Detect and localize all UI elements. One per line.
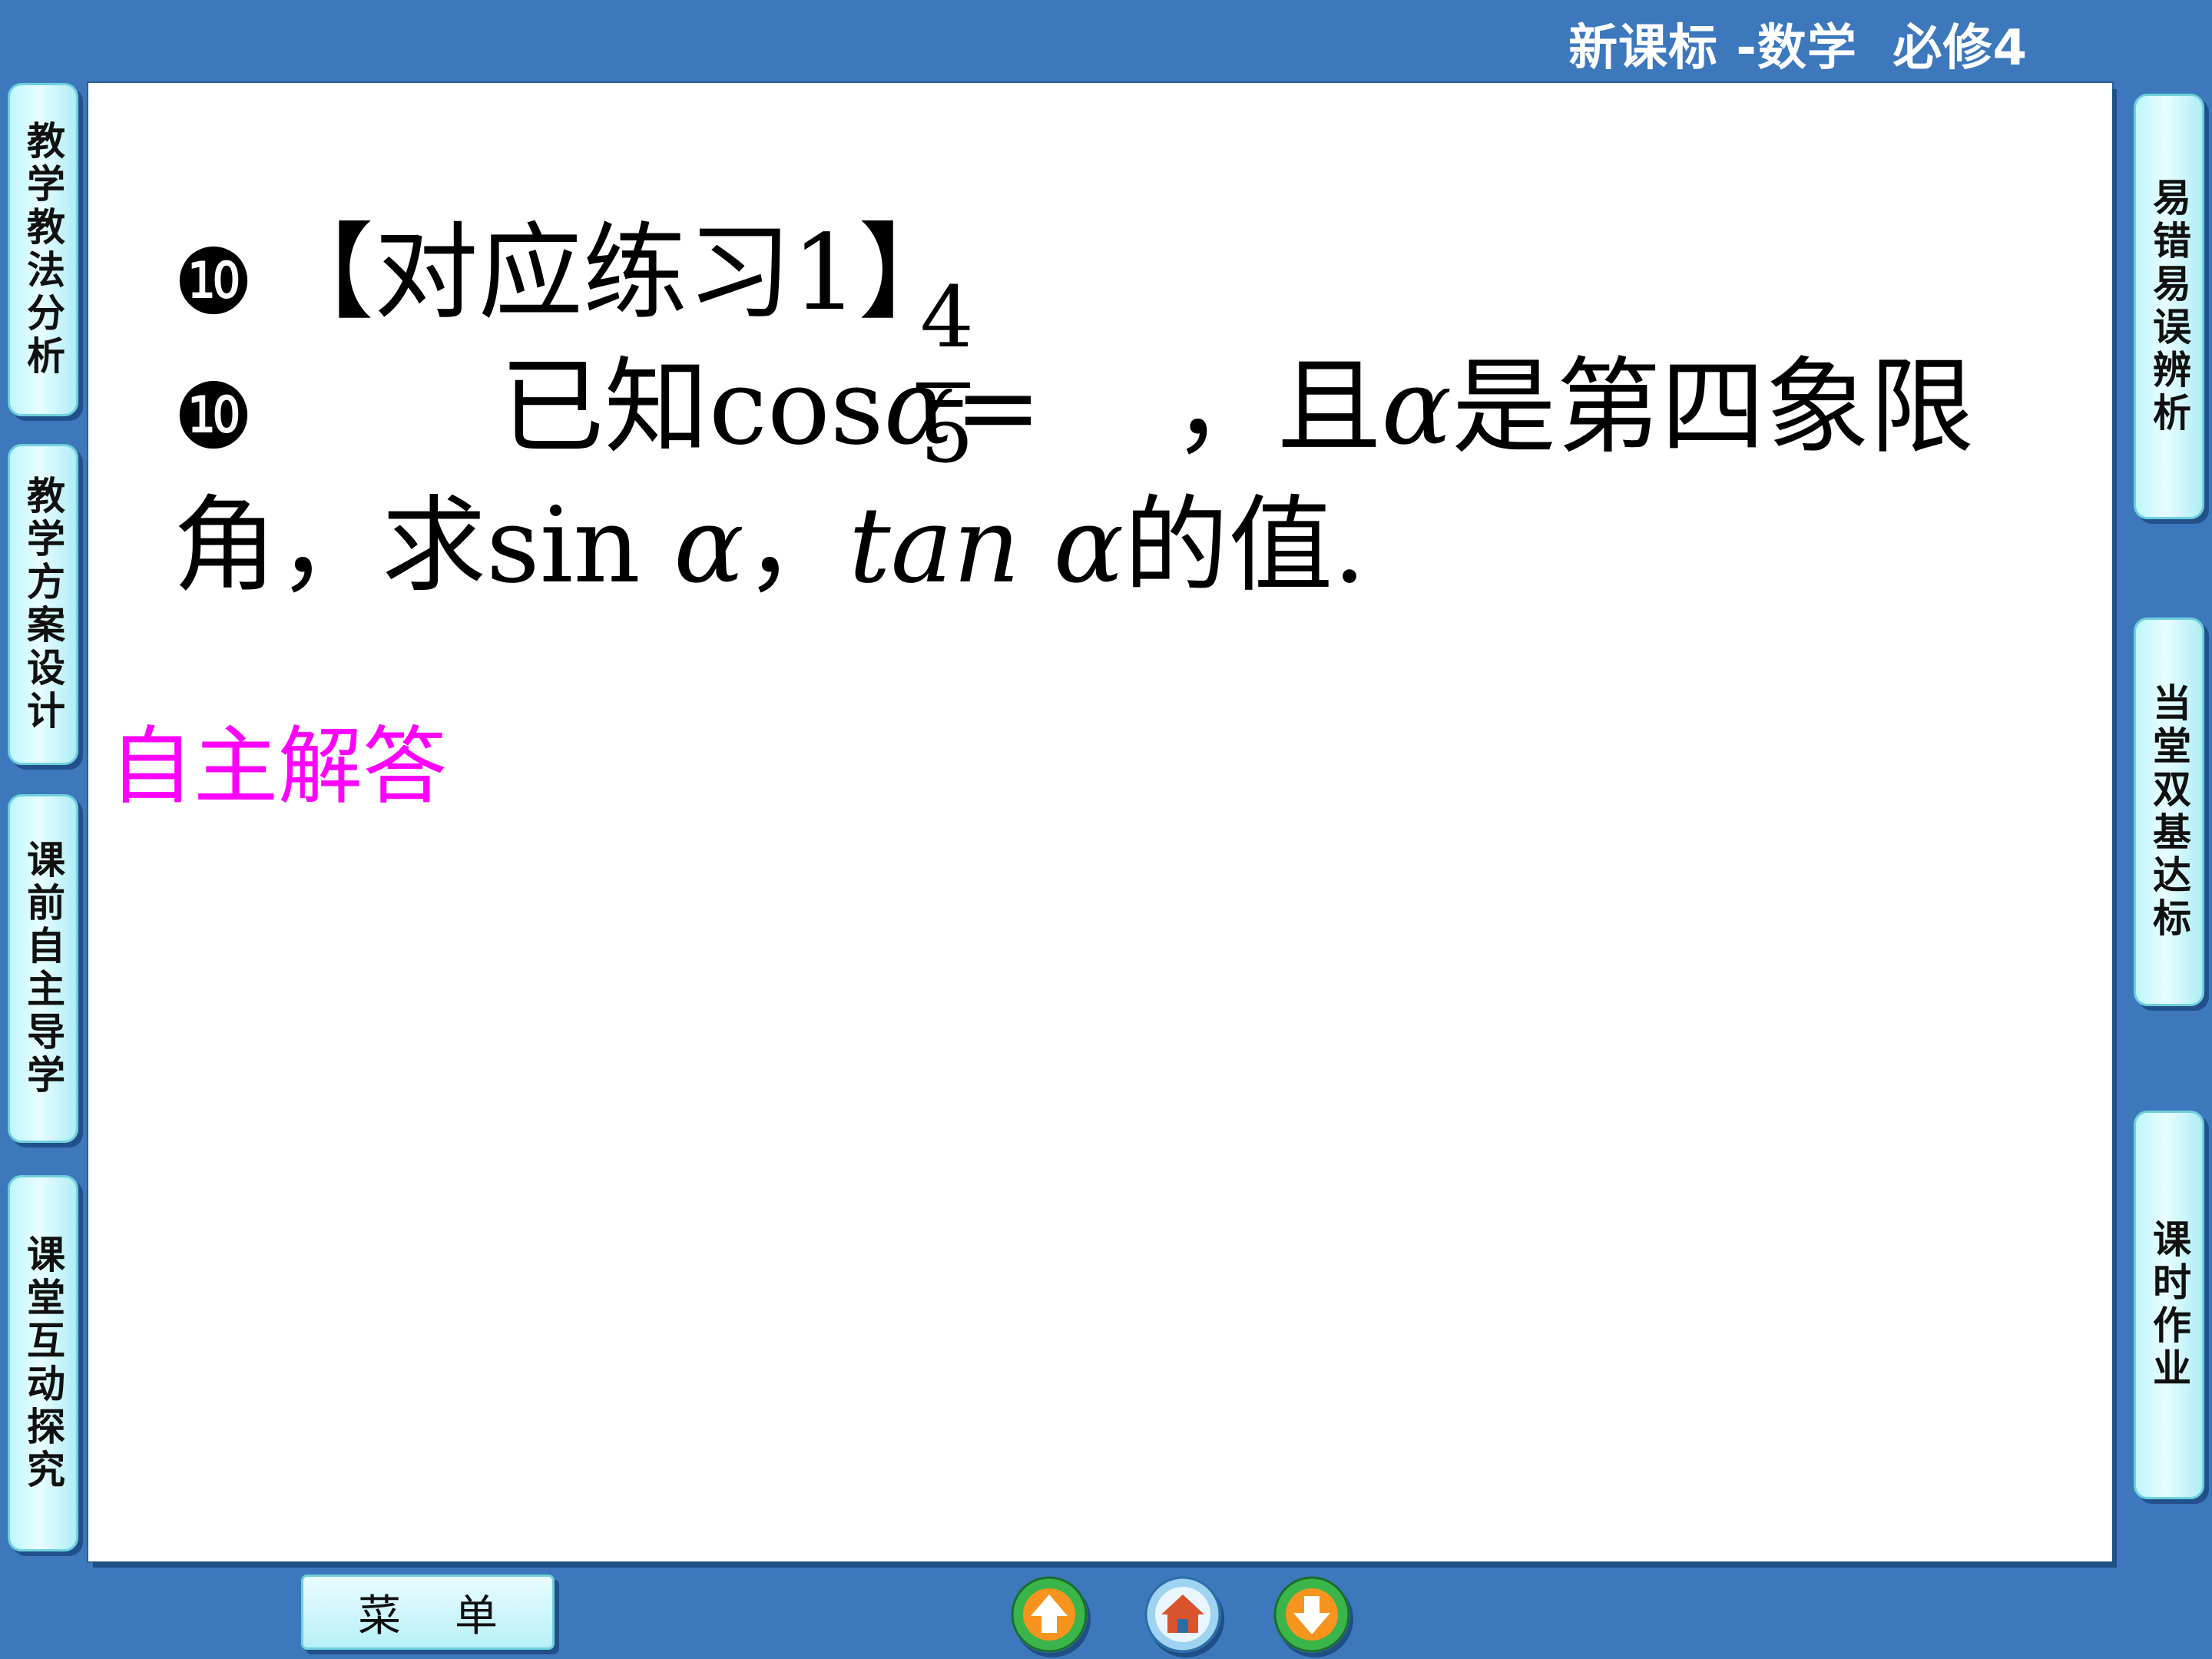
heading-text: 【对应练习1】 (269, 213, 963, 334)
exercise-heading: ❿ 【对应练习1】 (173, 221, 962, 327)
nav-tab-label: 课堂互动探究 (21, 1234, 65, 1492)
question-text-d: 角，求sin (173, 485, 674, 607)
content-panel: ❿ 【对应练习1】 ❿ 已知cosα= ，且α是第四象限 4 5 角，求sin α，t… (88, 83, 2112, 1561)
numbered-bullet-icon: ❿ (173, 228, 254, 335)
nav-tab-teaching-plan[interactable]: 教学方案设计 (8, 444, 78, 765)
fraction-numerator: 4 (920, 268, 974, 366)
alpha-symbol: α (1381, 347, 1452, 469)
nav-tab-label: 教学方案设计 (21, 475, 65, 733)
alpha-symbol: α (1053, 485, 1124, 607)
header-title: 新课标 -数学 必修4 (1568, 20, 2028, 77)
nav-tab-error-analysis[interactable]: 易错易误辨析 (2134, 94, 2204, 519)
up-arrow-icon (1011, 1576, 1088, 1653)
nav-tab-teaching-analysis[interactable]: 教学教法分析 (8, 83, 78, 416)
question-text-f: 的值. (1124, 485, 1366, 607)
self-answer-label[interactable]: 自主解答 (109, 697, 447, 820)
nav-tab-preclass-study[interactable]: 课前自主导学 (8, 794, 78, 1143)
prev-button[interactable] (1011, 1576, 1088, 1653)
numbered-bullet-icon: ❿ (173, 363, 254, 469)
question-text-b: ，且 (1172, 347, 1382, 469)
question-line-1: ❿ 已知cosα= ，且α是第四象限 (173, 356, 1974, 462)
alpha-symbol: α (674, 485, 744, 607)
nav-tab-label: 课前自主导学 (21, 839, 65, 1098)
nav-tab-label: 当堂双基达标 (2147, 683, 2191, 941)
home-button[interactable] (1144, 1576, 1221, 1653)
fraction-denominator: 5 (920, 383, 974, 482)
next-button[interactable] (1273, 1576, 1350, 1653)
menu-button[interactable]: 菜单 (301, 1575, 555, 1650)
tan-text: tan (848, 485, 1054, 607)
nav-tab-classroom-inquiry[interactable]: 课堂互动探究 (8, 1175, 78, 1551)
nav-tab-homework[interactable]: 课时作业 (2134, 1111, 2204, 1499)
question-line-2: 角，求sin α，tan α的值. (173, 494, 1366, 598)
nav-tab-basic-practice[interactable]: 当堂双基达标 (2134, 618, 2204, 1006)
nav-tab-label: 易错易误辨析 (2147, 177, 2191, 435)
nav-tab-label: 教学教法分析 (21, 121, 65, 379)
down-arrow-icon (1273, 1576, 1350, 1653)
question-text-a: 已知cos (499, 347, 884, 469)
question-text-e: ， (743, 485, 849, 607)
nav-tab-label: 课时作业 (2147, 1219, 2191, 1391)
question-text-c: 是第四象限 (1452, 347, 1975, 469)
home-icon (1144, 1576, 1221, 1653)
